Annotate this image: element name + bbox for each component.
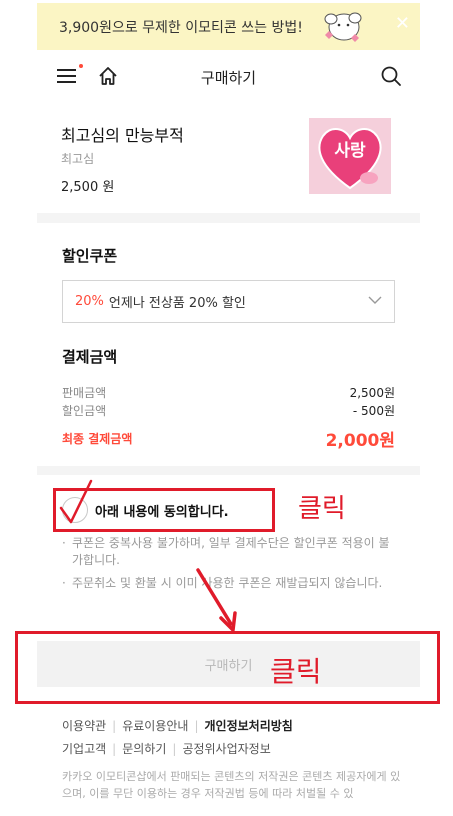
- footer-link-contact[interactable]: 문의하기: [122, 742, 166, 756]
- heart-sticker-image: 사랑: [318, 128, 382, 190]
- top-header: 구매하기: [37, 55, 420, 99]
- promo-banner[interactable]: 3,900원으로 무제한 이모티콘 쓰는 방법! ✕: [37, 3, 420, 50]
- agreement-label: 아래 내용에 동의합니다.: [95, 504, 229, 520]
- final-amount-label: 최종 결제금액: [62, 432, 133, 446]
- footer-link-paid-usage[interactable]: 유료이용안내: [122, 719, 188, 733]
- section-divider: [37, 466, 420, 475]
- discount-amount-value: - 500원: [352, 404, 395, 418]
- footer-link-business[interactable]: 기업고객: [62, 742, 106, 756]
- product-price: 2,500 원: [61, 180, 115, 195]
- close-icon[interactable]: ✕: [395, 15, 410, 33]
- product-name: 최고심의 만능부적: [61, 126, 184, 145]
- discount-amount-label: 할인금액: [62, 404, 107, 418]
- note-item: 쿠폰은 중복사용 불가하며, 일부 결제수단은 할인쿠폰 적용이 불가합니다.: [62, 535, 392, 569]
- section-divider: [37, 213, 420, 223]
- coupon-label: 언제나 전상품 20% 할인: [108, 296, 246, 311]
- footer-link-terms[interactable]: 이용약관: [62, 719, 106, 733]
- payment-section-title: 결제금액: [62, 348, 118, 366]
- search-icon[interactable]: [380, 65, 402, 87]
- click-annotation: 클릭: [298, 494, 346, 524]
- thumbnail-text: 사랑: [334, 141, 366, 161]
- coupon-select[interactable]: 20% 언제나 전상품 20% 할인: [62, 280, 395, 323]
- footer-link-privacy[interactable]: 개인정보처리방침: [205, 719, 293, 733]
- page-title: 구매하기: [200, 69, 257, 87]
- footer-link-ftc-info[interactable]: 공정위사업자정보: [182, 742, 270, 756]
- click-annotation: 클릭: [270, 655, 322, 688]
- final-amount-value: 2,000원: [325, 431, 395, 451]
- product-author: 최고심: [61, 152, 95, 166]
- banner-text: 3,900원으로 무제한 이모티콘 쓰는 방법!: [59, 19, 303, 36]
- purchase-button[interactable]: 구매하기: [37, 641, 420, 687]
- coupon-percent: 20%: [75, 294, 104, 309]
- chevron-down-icon: [368, 296, 382, 304]
- footer-links-row: 이용약관 | 유료이용안내 | 개인정보처리방침: [62, 719, 293, 733]
- check-icon: [59, 479, 93, 524]
- annotation-arrow: [196, 568, 237, 632]
- sale-amount-label: 판매금액: [62, 386, 107, 400]
- product-summary: 최고심의 만능부적 최고심 2,500 원 사랑: [37, 104, 420, 212]
- banner-character-image: [324, 12, 362, 42]
- footer-links-row: 기업고객 | 문의하기 | 공정위사업자정보: [62, 742, 271, 756]
- coupon-section-title: 할인쿠폰: [62, 247, 118, 265]
- product-thumbnail: 사랑: [309, 118, 391, 194]
- sale-amount-value: 2,500원: [349, 386, 395, 400]
- footer-copyright-note: 카카오 이모티콘샵에서 판매되는 콘텐츠의 저작권은 콘텐츠 제공자에게 있으며…: [62, 770, 401, 800]
